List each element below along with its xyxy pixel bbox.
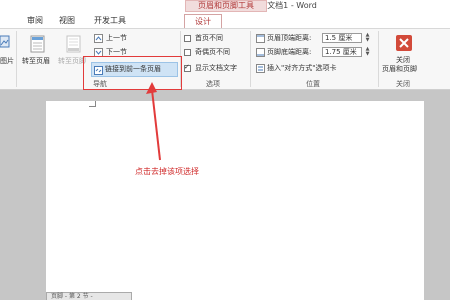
footer-bottom-distance-icon [256, 48, 265, 57]
window-title: 文档1 - Word [267, 1, 317, 10]
picture-icon [0, 35, 10, 49]
goto-header-icon [30, 35, 46, 53]
goto-header-button[interactable]: 转至页眉 [22, 57, 50, 66]
header-top-distance-input[interactable]: 1.5 厘米 [322, 33, 362, 43]
crop-mark [89, 106, 96, 107]
title-bar: 页眉和页脚工具 文档1 - Word [0, 0, 450, 12]
tab-review[interactable]: 审阅 [24, 14, 46, 28]
footer-section-tag: 页脚 - 第 2 节 - [46, 292, 132, 300]
header-top-distance-label: 页眉顶端距离: [267, 34, 312, 42]
insert-alignment-tab-button[interactable]: 插入"对齐方式"选项卡 [267, 64, 336, 73]
group-separator [16, 31, 17, 87]
ribbon: 图片 转至页眉 转至页脚 上一节 下一节 导航 首页不同 奇偶页不同 显示文档文… [0, 28, 450, 90]
footer-bottom-distance-input[interactable]: 1.75 厘米 [322, 47, 362, 57]
options-group-label: 选项 [206, 80, 220, 88]
annotation-text: 点击去掉该项选择 [135, 167, 199, 176]
different-odd-even-checkbox[interactable] [184, 49, 191, 56]
tab-developer[interactable]: 开发工具 [90, 14, 130, 28]
group-separator [250, 31, 251, 87]
footer-bottom-distance-spinner[interactable]: ▲ ▼ [364, 47, 371, 57]
annotation-arrow [146, 82, 161, 161]
group-separator [378, 31, 379, 87]
insert-alignment-tab-icon [256, 64, 265, 73]
previous-section-button[interactable]: 上一节 [106, 34, 127, 43]
ribbon-tab-row: 审阅 视图 开发工具 设计 [0, 12, 450, 28]
close-group-label: 关闭 [396, 80, 410, 88]
footer-bottom-distance-label: 页脚底端距离: [267, 48, 312, 56]
close-header-footer-label-1[interactable]: 关闭 [396, 56, 410, 65]
different-first-page-label: 首页不同 [195, 34, 223, 42]
goto-footer-icon [66, 35, 82, 53]
header-top-distance-icon [256, 34, 265, 43]
picture-button-label[interactable]: 图片 [0, 57, 14, 66]
close-header-footer-label-2[interactable]: 页眉和页脚 [382, 65, 417, 74]
tab-view[interactable]: 视图 [56, 14, 78, 28]
tab-design[interactable]: 设计 [184, 14, 222, 28]
position-group-label: 位置 [306, 80, 320, 88]
different-first-page-checkbox[interactable] [184, 35, 191, 42]
close-icon [396, 35, 412, 51]
previous-section-icon [94, 34, 103, 43]
header-top-distance-spinner[interactable]: ▲ ▼ [364, 33, 371, 43]
show-document-text-checkbox[interactable] [184, 63, 191, 72]
different-odd-even-label: 奇偶页不同 [195, 48, 230, 56]
context-tab-group-label: 页眉和页脚工具 [185, 0, 267, 12]
show-document-text-label: 显示文档文字 [195, 64, 237, 72]
goto-footer-button[interactable]: 转至页脚 [58, 57, 86, 66]
document-page[interactable] [46, 101, 424, 300]
